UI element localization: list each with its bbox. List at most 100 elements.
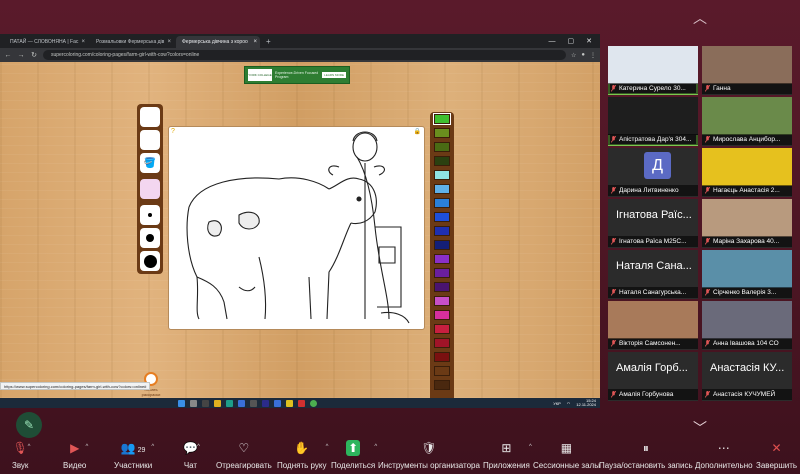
participant-tile[interactable]: Анна Івашова 104 СО	[702, 301, 792, 350]
participants-button[interactable]: 👥 29 Участники ^	[114, 440, 154, 474]
color-swatch[interactable]	[434, 296, 450, 306]
host-tools-button[interactable]: 🛡 Инструменты организатора	[378, 440, 480, 474]
profile-icon[interactable]: ●	[581, 52, 585, 58]
app-icon[interactable]	[274, 399, 281, 407]
ad-banner[interactable]: YORK COLLEGE Experience-Driven Focused P…	[244, 66, 350, 84]
wifi-icon[interactable]: ◠	[567, 401, 571, 406]
chevron-down-icon[interactable]: ﹀	[688, 418, 712, 438]
coloring-page: YORK COLLEGE Experience-Driven Focused P…	[0, 62, 600, 408]
chrome-icon[interactable]	[310, 399, 317, 407]
caret-up-icon[interactable]: ^	[28, 444, 31, 450]
color-swatch[interactable]	[434, 268, 450, 278]
chat-button[interactable]: 💬 Чат ^	[183, 440, 200, 474]
color-swatch[interactable]	[434, 352, 450, 362]
browser-tab-2[interactable]: Розмальовки Фермерська дів ×	[90, 36, 174, 48]
start-icon[interactable]	[178, 399, 185, 407]
color-swatch[interactable]	[434, 142, 450, 152]
participant-tile[interactable]: Нагаєць Анастасія 2...	[702, 148, 792, 197]
participant-tile[interactable]: Сірченко Валерія 3...	[702, 250, 792, 299]
app-icon[interactable]	[250, 399, 257, 407]
caret-up-icon[interactable]: ^	[326, 444, 329, 450]
participant-tile[interactable]: Мирослава Анцибор...	[702, 97, 792, 146]
clock[interactable]: 15:24 12.11.2024	[576, 399, 596, 407]
bookmark-star-icon[interactable]: ☆	[571, 52, 576, 59]
language-indicator[interactable]: УКР	[553, 401, 561, 406]
participant-video	[702, 148, 792, 186]
browser-menu-icon[interactable]: ⋮	[590, 52, 596, 59]
pencil-tool-icon[interactable]: ✏	[140, 130, 160, 150]
more-button[interactable]: ⋯ Дополнительно	[695, 440, 753, 474]
participant-tile[interactable]: Маріна Захарова 40...	[702, 199, 792, 248]
explorer-icon[interactable]	[214, 399, 221, 407]
participant-tile[interactable]: Апістратова Дар'я 304...	[608, 97, 698, 146]
end-button[interactable]: ✕ Завершить	[756, 440, 797, 474]
share-button[interactable]: ⬆ Поделиться ^	[331, 440, 377, 474]
participant-tile[interactable]: Амалія Горб... Амалія Горбунова	[608, 352, 698, 401]
react-button[interactable]: ♡ Отреагировать	[216, 440, 272, 474]
edge-icon[interactable]	[226, 399, 233, 407]
browser-tab-3[interactable]: Фермерська дівчина з короо ×	[176, 36, 260, 48]
color-swatch[interactable]	[434, 212, 450, 222]
minimize-icon[interactable]: —	[549, 36, 556, 48]
breakout-button[interactable]: ▦ Сессионные залы	[533, 440, 600, 474]
caret-up-icon[interactable]: ^	[151, 444, 154, 450]
video-button[interactable]: ▶ Видео ^	[63, 440, 89, 474]
store-icon[interactable]	[238, 399, 245, 407]
caret-up-icon[interactable]: ^	[86, 444, 89, 450]
chevron-up-icon[interactable]: ︿	[688, 8, 712, 26]
eraser-tool-icon[interactable]	[140, 179, 160, 199]
caret-up-icon[interactable]: ^	[374, 444, 377, 450]
color-swatch[interactable]	[434, 240, 450, 250]
brush-size-large[interactable]	[140, 251, 160, 271]
color-swatch[interactable]	[434, 282, 450, 292]
participant-tile[interactable]: Катерина Сурело 30...	[608, 46, 698, 95]
caret-up-icon[interactable]: ^	[197, 444, 200, 450]
reload-icon[interactable]: ↻	[30, 51, 38, 59]
color-swatch[interactable]	[434, 338, 450, 348]
coloring-canvas[interactable]: ? 🔒	[168, 126, 425, 330]
color-swatch[interactable]	[434, 170, 450, 180]
app-icon[interactable]	[262, 399, 269, 407]
participant-tile[interactable]: Наталя Сана... Наталя Санагурська...	[608, 250, 698, 299]
color-swatch[interactable]	[434, 198, 450, 208]
brush-size-small[interactable]	[140, 205, 160, 225]
participant-tile[interactable]: Анастасія КУ... Анастасія КУЧУМЕЙ	[702, 352, 792, 401]
new-tab-icon[interactable]: +	[266, 36, 271, 48]
search-icon[interactable]	[190, 399, 197, 407]
participant-tile[interactable]: Вікторія Самсонен...	[608, 301, 698, 350]
raise-hand-button[interactable]: ✋ Поднять руку ^	[277, 440, 329, 474]
browser-tab-1[interactable]: ПАТАЙ — СЛОВОНЯНА | Fac ×	[4, 36, 88, 48]
brush-tool-icon[interactable]: 🖌	[140, 107, 160, 127]
apps-button[interactable]: ⊞ Приложения ^	[483, 440, 532, 474]
color-swatch[interactable]	[434, 226, 450, 236]
annotate-pencil-icon[interactable]: ✎	[16, 412, 42, 438]
color-swatch[interactable]	[434, 184, 450, 194]
help-icon[interactable]: ?	[171, 128, 175, 135]
app-icon[interactable]	[298, 399, 305, 407]
participant-tile[interactable]: Ігнатова Раїс... Ігнатова Раїса М25С...	[608, 199, 698, 248]
app-icon[interactable]	[286, 399, 293, 407]
participant-tile[interactable]: Д Дарина Литвиненко	[608, 148, 698, 197]
forward-icon[interactable]: →	[17, 52, 25, 59]
back-icon[interactable]: ←	[4, 52, 12, 59]
maximize-icon[interactable]: ▢	[568, 36, 575, 48]
ad-button[interactable]: LEARN MORE	[322, 72, 346, 78]
close-window-icon[interactable]: ✕	[586, 36, 592, 48]
color-swatch[interactable]	[433, 113, 451, 125]
color-swatch[interactable]	[434, 128, 450, 138]
color-swatch[interactable]	[434, 310, 450, 320]
lock-icon[interactable]: 🔒	[414, 128, 421, 135]
audio-button[interactable]: 🎙 Звук ^	[12, 440, 31, 474]
participant-tile[interactable]: Ганна	[702, 46, 792, 95]
url-field[interactable]: supercoloring.com/coloring-pages/farm-gi…	[43, 50, 566, 60]
color-swatch[interactable]	[434, 324, 450, 334]
color-swatch[interactable]	[434, 366, 450, 376]
pause-rec-button[interactable]: ⏸ Пауза/остановить запись	[599, 440, 693, 474]
brush-size-medium[interactable]	[140, 228, 160, 248]
caret-up-icon[interactable]: ^	[529, 444, 532, 450]
taskview-icon[interactable]	[202, 399, 209, 407]
color-swatch[interactable]	[434, 380, 450, 390]
color-swatch[interactable]	[434, 254, 450, 264]
color-swatch[interactable]	[434, 156, 450, 166]
fill-tool-icon[interactable]: 🪣	[140, 153, 160, 173]
